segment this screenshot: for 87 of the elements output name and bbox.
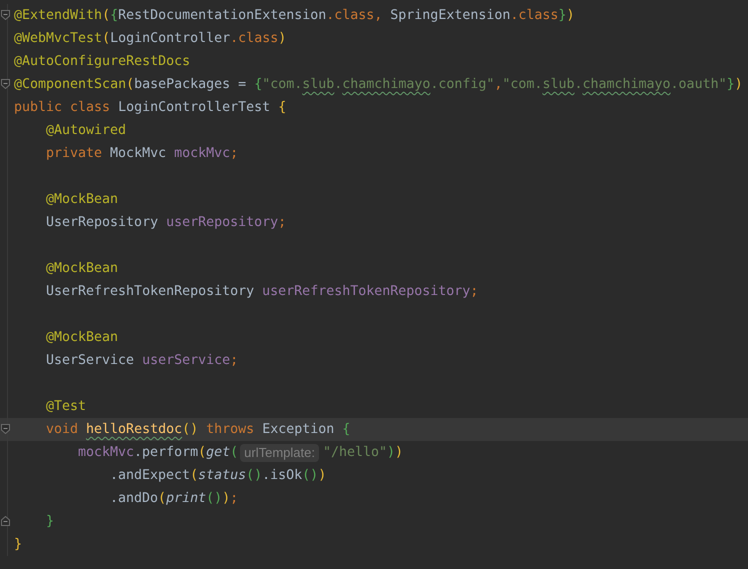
keyword: void: [46, 422, 80, 437]
annotation: @Autowired: [46, 123, 126, 138]
code-text: basePackages =: [134, 77, 248, 92]
keyword: ;: [230, 353, 238, 368]
bracket: {: [254, 77, 262, 92]
field-name: mockMvc: [78, 445, 134, 460]
string-literal: chamchimayo: [582, 77, 671, 92]
field-name: mockMvc: [174, 146, 230, 161]
bracket: (: [230, 445, 238, 460]
annotation: @AutoConfigureRestDocs: [14, 54, 190, 69]
keyword: ,: [494, 77, 502, 92]
bracket: (: [102, 8, 110, 23]
bracket: (: [102, 31, 110, 46]
annotation: @MockBean: [46, 192, 118, 207]
bracket: (): [246, 468, 262, 483]
bracket: }: [558, 8, 566, 23]
code-text: UserRepository: [46, 215, 160, 230]
string-literal: .: [334, 77, 342, 92]
bracket: }: [46, 514, 54, 529]
string-literal: chamchimayo: [342, 77, 430, 92]
code-text: MockMvc: [110, 146, 168, 161]
bracket: (: [190, 468, 198, 483]
keyword: .class: [230, 31, 278, 46]
annotation: @MockBean: [46, 261, 118, 276]
code-text: .isOk: [262, 468, 302, 483]
keyword: public class: [14, 100, 112, 115]
annotation: @Test: [46, 399, 86, 414]
string-literal: .config": [430, 77, 494, 92]
code-text: RestDocumentationExtension: [118, 8, 326, 23]
string-literal: "com.: [502, 77, 542, 92]
bracket: ): [387, 445, 396, 460]
bracket: (): [206, 491, 222, 506]
field-name: userRefreshTokenRepository: [262, 284, 470, 299]
code-text: SpringExtension: [390, 8, 510, 23]
fold-icon[interactable]: [1, 424, 10, 434]
string-literal: .oauth": [670, 77, 727, 92]
keyword: .class: [510, 8, 558, 23]
field-name: userRepository: [166, 215, 278, 230]
static-call: print: [166, 491, 206, 506]
keyword: ;: [278, 215, 286, 230]
bracket: {: [110, 8, 118, 23]
code-text: Exception: [262, 422, 336, 437]
bracket: (: [198, 445, 206, 460]
bracket: (): [182, 422, 200, 437]
string-literal: "/hello": [322, 445, 388, 460]
code-text: UserService: [46, 353, 136, 368]
string-literal: .: [574, 77, 582, 92]
bracket: ): [566, 8, 574, 23]
string-literal: slub: [542, 77, 574, 92]
keyword: ;: [470, 284, 478, 299]
method-name: helloRestdoc: [86, 422, 182, 437]
bracket: {: [342, 422, 350, 437]
code-text: UserRefreshTokenRepository: [46, 284, 256, 299]
keyword: throws: [206, 422, 256, 437]
bracket: }: [726, 77, 735, 92]
annotation: @WebMvcTest: [14, 31, 102, 46]
code-text: LoginControllerTest: [118, 100, 272, 115]
bracket: (): [302, 468, 318, 483]
static-call: get: [206, 445, 230, 460]
string-literal: slub: [302, 77, 334, 92]
fold-icon[interactable]: [1, 10, 10, 20]
bracket: {: [278, 100, 286, 115]
bracket: ): [395, 445, 404, 460]
static-call: status: [198, 468, 246, 483]
keyword: .class,: [326, 8, 384, 23]
code-text: LoginController: [110, 31, 230, 46]
bracket: (: [158, 491, 166, 506]
code-text: .andDo: [110, 491, 158, 506]
keyword: private: [46, 146, 104, 161]
fold-icon[interactable]: [1, 79, 10, 89]
code-text: .andExpect: [110, 468, 190, 483]
bracket: ): [222, 491, 230, 506]
code-text: .perform: [134, 445, 198, 460]
bracket: (: [126, 77, 134, 92]
string-literal: "com.: [262, 77, 302, 92]
bracket: ): [318, 468, 326, 483]
bracket: ): [734, 77, 743, 92]
annotation: @ExtendWith: [14, 8, 102, 23]
parameter-hint: urlTemplate:: [240, 444, 319, 462]
fold-icon[interactable]: [1, 516, 10, 526]
bracket: ): [278, 31, 286, 46]
bracket: }: [14, 537, 22, 552]
field-name: userService: [142, 353, 230, 368]
annotation: @MockBean: [46, 330, 118, 345]
keyword: ;: [230, 491, 238, 506]
annotation: @ComponentScan: [14, 77, 126, 92]
keyword: ;: [230, 146, 238, 161]
